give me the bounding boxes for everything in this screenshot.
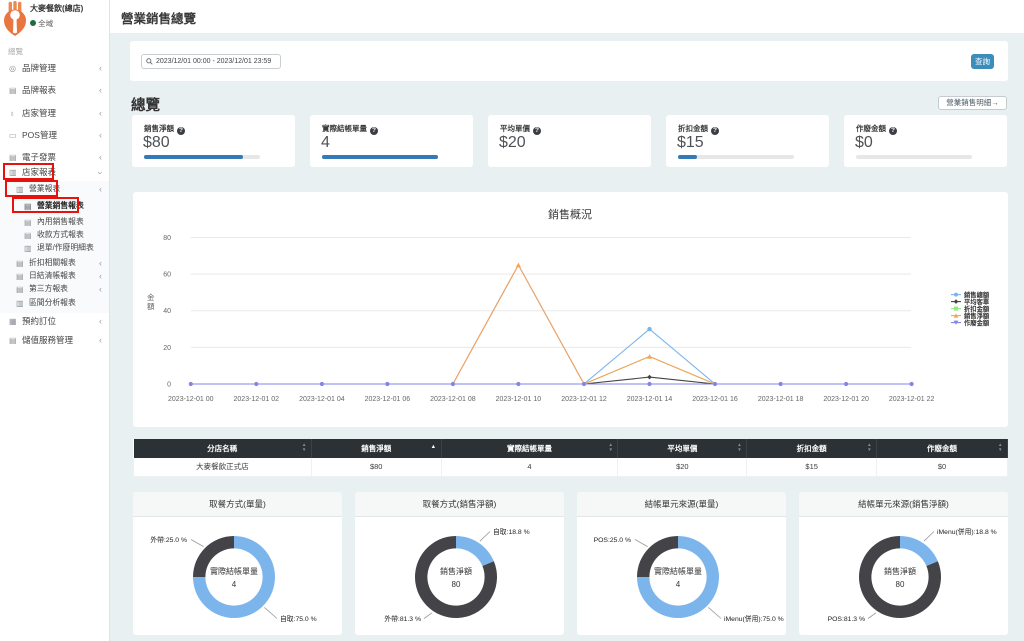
- svg-text:2023-12-01 00: 2023-12-01 00: [168, 396, 214, 403]
- svg-text:銷售淨額: 銷售淨額: [884, 566, 916, 576]
- svg-text:銷售總額: 銷售總額: [964, 290, 990, 299]
- svg-text:2023-12-01 18: 2023-12-01 18: [758, 396, 804, 403]
- svg-text:20: 20: [163, 345, 171, 352]
- svg-text:80: 80: [896, 580, 905, 589]
- svg-text:iMenu(併用):75.0 %: iMenu(併用):75.0 %: [724, 614, 784, 623]
- svg-text:作廢金額: 作廢金額: [964, 318, 990, 327]
- svg-text:POS:81.3 %: POS:81.3 %: [828, 616, 865, 623]
- svg-text:折扣金額: 折扣金額: [964, 304, 990, 313]
- svg-text:4: 4: [232, 580, 237, 589]
- svg-text:外帶:81.3 %: 外帶:81.3 %: [384, 614, 421, 623]
- svg-text:60: 60: [163, 272, 171, 279]
- svg-text:80: 80: [163, 235, 171, 242]
- svg-text:80: 80: [452, 580, 461, 589]
- svg-text:2023-12-01 22: 2023-12-01 22: [889, 396, 935, 403]
- svg-text:2023-12-01 10: 2023-12-01 10: [496, 396, 542, 403]
- svg-text:2023-12-01 04: 2023-12-01 04: [299, 396, 345, 403]
- svg-text:2023-12-01 06: 2023-12-01 06: [365, 396, 411, 403]
- svg-text:銷售淨額: 銷售淨額: [964, 311, 990, 320]
- svg-text:外帶:25.0 %: 外帶:25.0 %: [150, 535, 187, 544]
- svg-text:銷售概況: 銷售概況: [548, 207, 592, 221]
- svg-text:2023-12-01 20: 2023-12-01 20: [823, 396, 869, 403]
- svg-text:額: 額: [147, 301, 155, 311]
- svg-text:平均客單: 平均客單: [964, 297, 990, 306]
- svg-text:iMenu(併用):18.8 %: iMenu(併用):18.8 %: [937, 527, 997, 536]
- svg-text:自取:18.8 %: 自取:18.8 %: [493, 527, 530, 536]
- svg-text:0: 0: [167, 382, 171, 389]
- svg-text:2023-12-01 12: 2023-12-01 12: [561, 396, 607, 403]
- svg-text:實際結帳單量: 實際結帳單量: [210, 566, 258, 576]
- svg-text:2023-12-01 14: 2023-12-01 14: [627, 396, 673, 403]
- svg-text:2023-12-01 16: 2023-12-01 16: [692, 396, 738, 403]
- svg-text:2023-12-01 02: 2023-12-01 02: [234, 396, 280, 403]
- svg-text:自取:75.0 %: 自取:75.0 %: [280, 614, 317, 623]
- svg-text:4: 4: [676, 580, 681, 589]
- svg-text:2023-12-01 08: 2023-12-01 08: [430, 396, 476, 403]
- svg-text:銷售淨額: 銷售淨額: [440, 566, 472, 576]
- svg-text:40: 40: [163, 308, 171, 315]
- svg-text:金: 金: [147, 292, 155, 302]
- svg-text:實際結帳單量: 實際結帳單量: [654, 566, 702, 576]
- svg-text:POS:25.0 %: POS:25.0 %: [594, 537, 631, 544]
